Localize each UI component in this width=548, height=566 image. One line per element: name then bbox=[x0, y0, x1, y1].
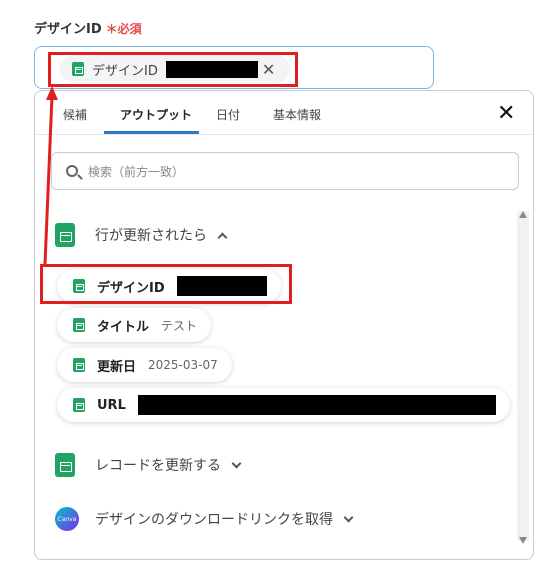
annotation-arrow bbox=[43, 86, 58, 265]
